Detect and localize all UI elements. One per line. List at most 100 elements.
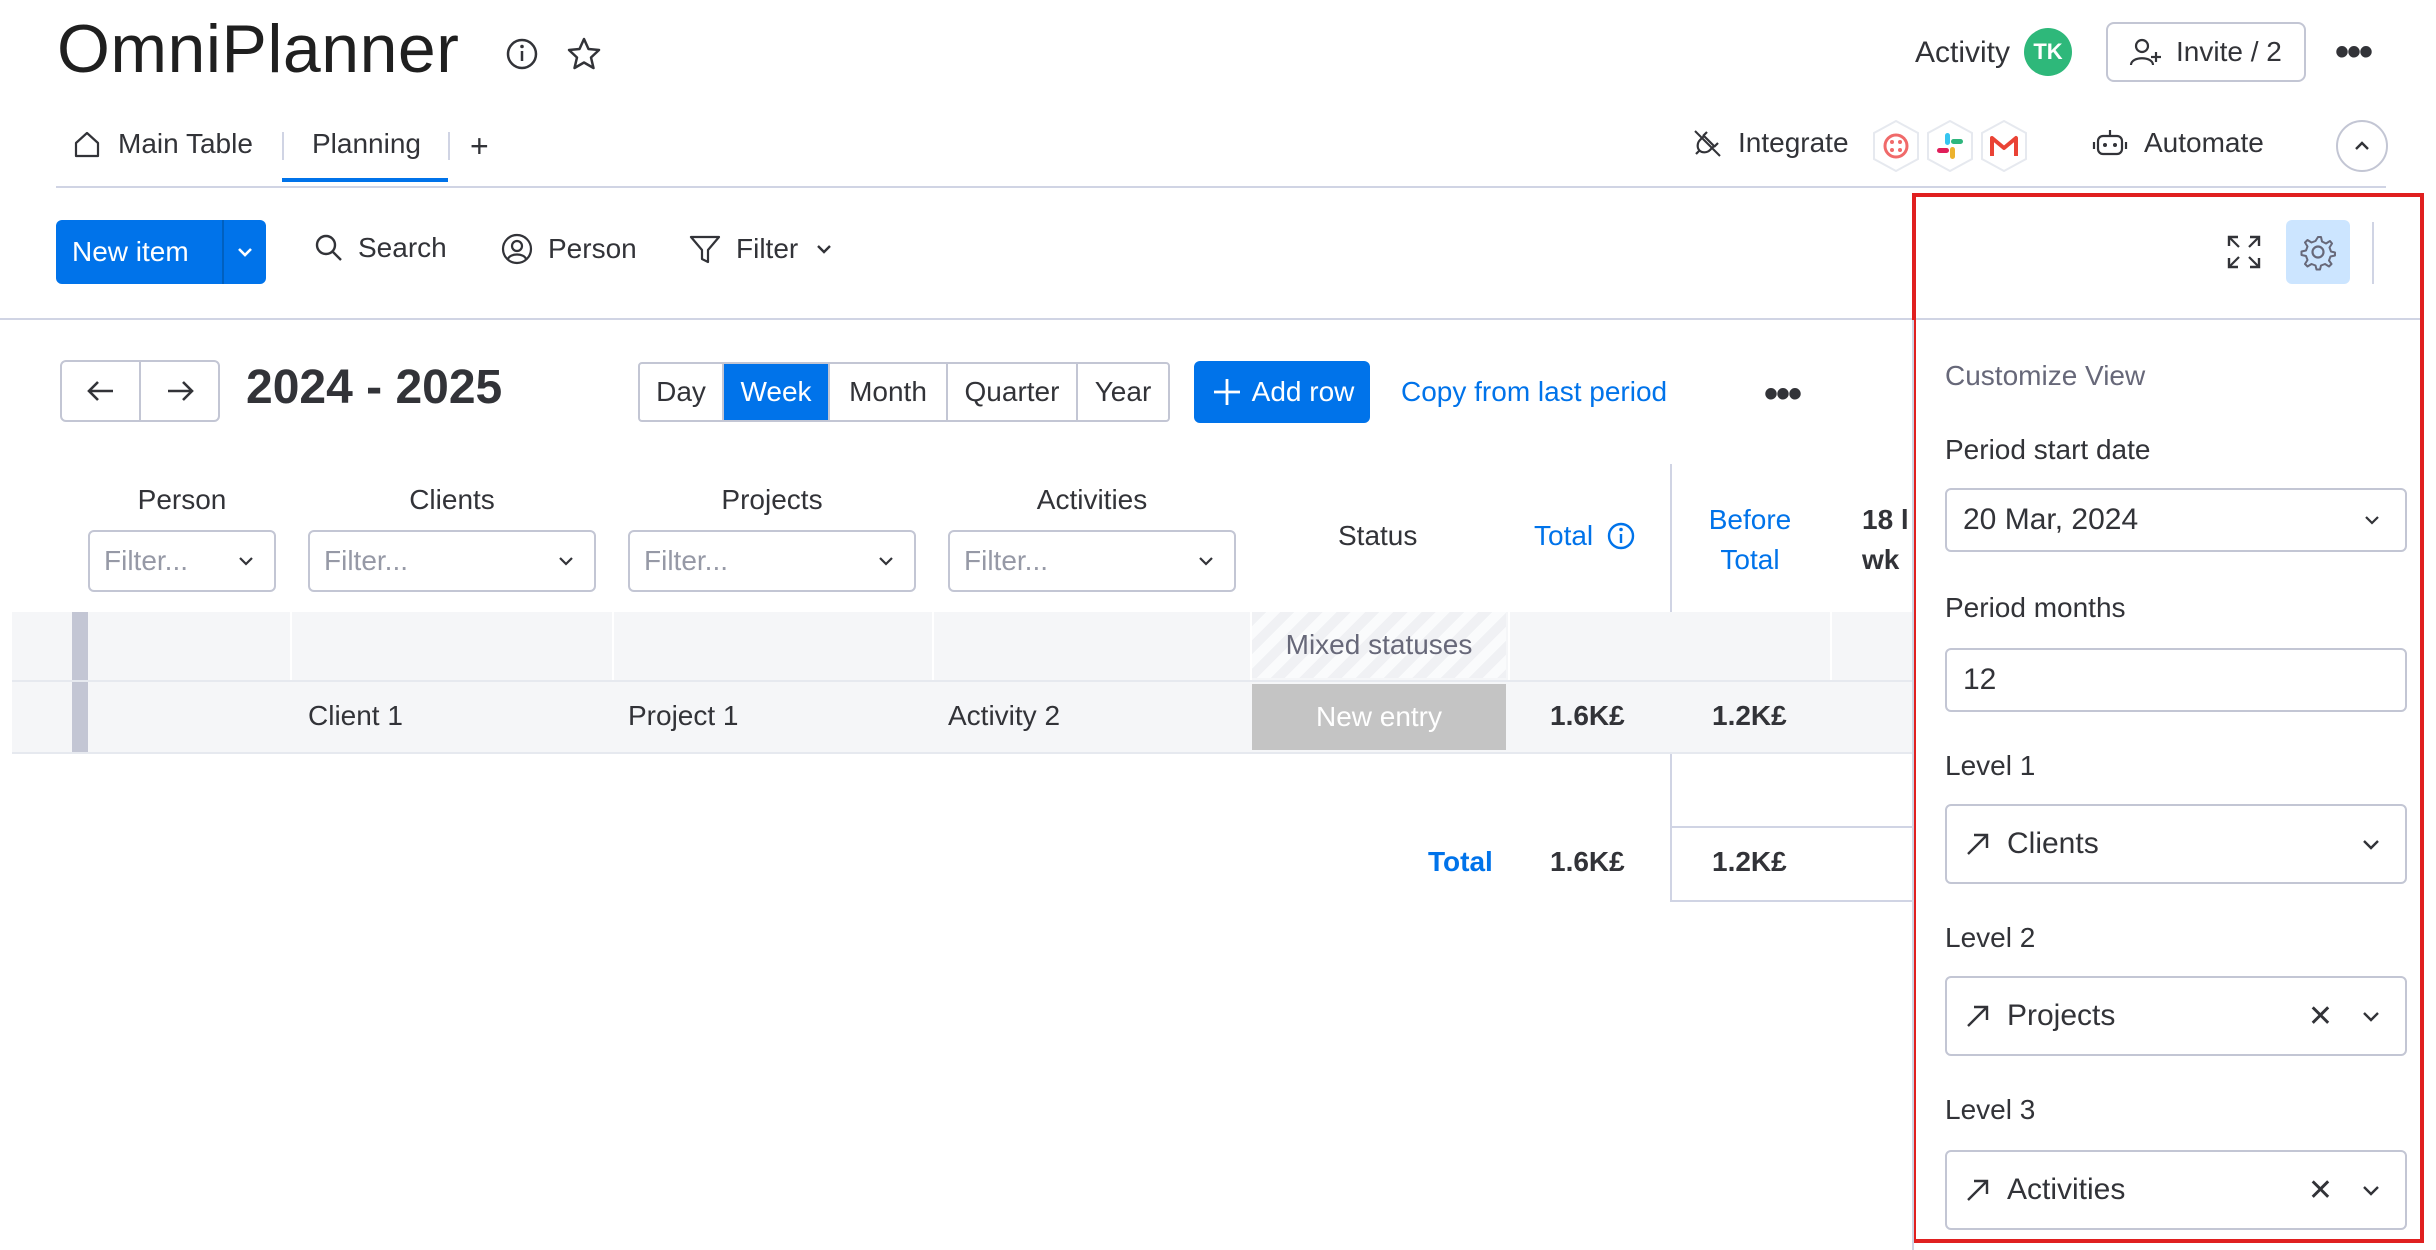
- time-scale-switch: Day Week Month Quarter Year: [638, 362, 1170, 422]
- footer-total-label: Total: [1428, 846, 1493, 877]
- robot-icon: [2092, 126, 2128, 160]
- search-icon: [314, 233, 344, 263]
- activities-filter-dropdown[interactable]: Filter...: [948, 530, 1236, 592]
- tab-main-table[interactable]: Main Table: [72, 128, 253, 160]
- activity-link[interactable]: Activity: [1915, 36, 2010, 70]
- period-start-label: Period start date: [1945, 434, 2151, 465]
- row-color-bar: [72, 682, 88, 752]
- filter-button[interactable]: Filter: [688, 232, 836, 266]
- chevron-down-icon: [238, 248, 252, 257]
- total-row-divider: [1670, 826, 1912, 828]
- arrow-up-right-icon: [1967, 1005, 1989, 1027]
- integrate-label: Integrate: [1738, 127, 1849, 158]
- next-period-button[interactable]: [141, 362, 218, 420]
- level-1-select[interactable]: Clients: [1945, 804, 2407, 884]
- person-icon: [500, 232, 534, 266]
- tab-planning[interactable]: Planning: [312, 128, 421, 160]
- row-divider: [12, 752, 1912, 754]
- chevron-down-icon: [559, 557, 573, 566]
- tab-divider: [448, 132, 450, 160]
- twilio-icon[interactable]: [1870, 118, 1922, 174]
- group-row: [12, 612, 1912, 680]
- tab-label: Planning: [312, 128, 421, 159]
- scale-day[interactable]: Day: [640, 364, 724, 420]
- chevron-down-icon: [1199, 557, 1213, 566]
- automate-label: Automate: [2144, 127, 2264, 158]
- more-options-icon[interactable]: •••: [2335, 30, 2373, 75]
- column-header-projects: Projects: [721, 484, 823, 515]
- active-tab-indicator: [282, 178, 448, 182]
- scale-year[interactable]: Year: [1078, 364, 1168, 420]
- row-color-bar: [72, 612, 88, 680]
- automate-button[interactable]: Automate: [2092, 126, 2264, 160]
- new-item-button[interactable]: New item: [56, 220, 266, 284]
- info-icon[interactable]: [502, 34, 542, 74]
- slack-icon[interactable]: [1924, 118, 1976, 174]
- level-1-label: Level 1: [1945, 750, 2036, 781]
- scale-quarter[interactable]: Quarter: [948, 364, 1078, 420]
- project-cell[interactable]: Project 1: [628, 700, 739, 732]
- home-icon: [72, 129, 102, 159]
- panel-left-border: [1912, 320, 1914, 1250]
- chevron-down-icon[interactable]: [812, 237, 836, 261]
- person-filter-dropdown[interactable]: Filter...: [88, 530, 276, 592]
- clear-level-2-icon[interactable]: ✕: [2308, 999, 2333, 1034]
- new-item-dropdown[interactable]: [224, 241, 266, 263]
- tab-label: Main Table: [118, 128, 253, 159]
- column-header-total[interactable]: Total: [1534, 520, 1637, 552]
- period-start-date-picker[interactable]: 20 Mar, 2024: [1945, 488, 2407, 552]
- scale-month[interactable]: Month: [830, 364, 948, 420]
- projects-filter-dropdown[interactable]: Filter...: [628, 530, 916, 592]
- arrow-up-right-icon: [1967, 833, 1989, 855]
- previous-period-button[interactable]: [62, 362, 141, 420]
- collapse-header-button[interactable]: [2336, 120, 2388, 172]
- clear-level-3-icon[interactable]: ✕: [2308, 1173, 2333, 1208]
- status-cell[interactable]: New entry: [1252, 684, 1506, 750]
- plus-icon: [1213, 379, 1240, 405]
- add-user-icon: [2128, 35, 2162, 69]
- person-filter-button[interactable]: Person: [500, 232, 637, 266]
- client-cell[interactable]: Client 1: [308, 700, 403, 732]
- period-months-input[interactable]: 12: [1945, 648, 2407, 712]
- new-item-label: New item: [72, 236, 189, 267]
- chevron-down-icon: [2365, 516, 2379, 525]
- activity-cell[interactable]: Activity 2: [948, 700, 1060, 732]
- column-header-activities: Activities: [1036, 484, 1148, 515]
- level-3-label: Level 3: [1945, 1094, 2036, 1125]
- arrow-left-icon: [86, 381, 113, 401]
- customize-view-panel: [1912, 193, 2424, 1243]
- column-header-status: Status: [1338, 520, 1418, 551]
- column-header-before-total[interactable]: Before Total: [1680, 500, 1820, 580]
- panel-divider: [1916, 318, 2420, 320]
- invite-button[interactable]: Invite / 2: [2106, 22, 2306, 82]
- clients-filter-dropdown[interactable]: Filter...: [308, 530, 596, 592]
- total-row-divider: [1670, 900, 1912, 902]
- settings-button[interactable]: [2286, 220, 2350, 284]
- add-view-button[interactable]: +: [470, 128, 489, 165]
- tab-divider: [282, 132, 284, 160]
- chevron-down-icon: [879, 557, 893, 566]
- info-icon: [1607, 522, 1635, 550]
- search-button[interactable]: Search: [314, 232, 447, 264]
- board-title[interactable]: OmniPlanner: [57, 10, 459, 88]
- fullscreen-icon[interactable]: [2224, 232, 2264, 272]
- level-2-select[interactable]: Projects ✕: [1945, 976, 2407, 1056]
- star-icon[interactable]: [564, 34, 604, 74]
- integrate-button[interactable]: Integrate: [1690, 126, 1849, 160]
- copy-from-last-period-link[interactable]: Copy from last period: [1401, 376, 1667, 408]
- level-3-select[interactable]: Activities ✕: [1945, 1150, 2407, 1230]
- row-before-total-cell: 1.2K£: [1712, 700, 1787, 731]
- panel-header-divider: [2372, 222, 2374, 284]
- gear-icon: [2300, 236, 2336, 271]
- chevron-down-icon: [2363, 840, 2379, 850]
- add-row-button[interactable]: Add row: [1194, 361, 1370, 423]
- gmail-icon[interactable]: [1978, 118, 2030, 174]
- row-total-cell: 1.6K£: [1550, 700, 1625, 731]
- scale-week[interactable]: Week: [724, 364, 830, 420]
- filter-label: Filter: [736, 233, 799, 264]
- avatar[interactable]: TK: [2024, 28, 2072, 76]
- mixed-status-cell: Mixed statuses: [1252, 612, 1506, 678]
- toolbar-divider: [0, 318, 1912, 320]
- more-options-icon[interactable]: •••: [1764, 372, 1802, 417]
- invite-label: Invite / 2: [2176, 36, 2282, 67]
